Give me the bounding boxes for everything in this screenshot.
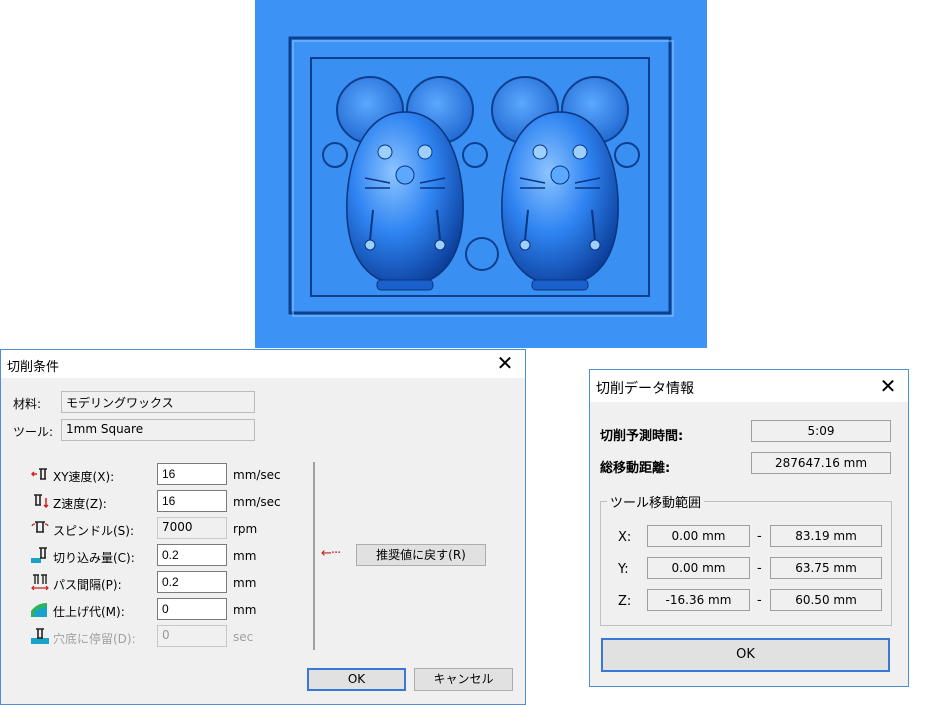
z-speed-label: Z速度(Z): — [53, 497, 107, 511]
path-interval-label: パス間隔(P): — [53, 578, 122, 592]
hole-dwell-label: 穴底に停留(D): — [53, 632, 136, 646]
x-range-dash: - — [757, 529, 762, 544]
tool-label: ツール: — [13, 425, 54, 439]
finish-allowance-input[interactable] — [157, 598, 227, 620]
xy-speed-icon — [31, 468, 47, 480]
cutting-data-info-dialog: 切削データ情報 ✕ 切削予測時間: 5:09 総移動距離: 287647.16 … — [589, 369, 909, 687]
reset-to-recommended-button[interactable]: 推奨値に戻す(R) — [356, 544, 486, 566]
material-field: モデリングワックス — [61, 391, 255, 413]
spindle-unit: rpm — [233, 522, 258, 536]
cancel-button[interactable]: キャンセル — [414, 668, 513, 691]
hole-dwell-input: 0 — [157, 625, 227, 647]
estimated-time-label: 切削予測時間: — [600, 429, 684, 444]
mold-render — [255, 0, 707, 348]
x-min-value: 0.00 mm — [647, 525, 750, 547]
tool-range-title: ツール移動範囲 — [607, 492, 705, 511]
y-max-value: 63.75 mm — [770, 557, 882, 579]
spindle-label: スピンドル(S): — [53, 524, 135, 538]
path-interval-input[interactable] — [157, 571, 227, 593]
arrow-left-icon: ←··· — [321, 546, 341, 561]
z-range-dash: - — [757, 593, 762, 608]
z-axis-label: Z: — [618, 594, 632, 609]
vertical-separator — [313, 462, 315, 650]
xy-speed-input[interactable] — [157, 463, 227, 485]
finish-allowance-icon — [31, 603, 47, 617]
material-label: 材料: — [13, 397, 42, 411]
z-speed-icon — [34, 494, 49, 509]
total-distance-value: 287647.16 mm — [751, 452, 891, 474]
z-max-value: 60.50 mm — [770, 589, 882, 611]
estimated-time-value: 5:09 — [751, 420, 891, 442]
z-min-value: -16.36 mm — [647, 589, 750, 611]
cut-depth-input[interactable] — [157, 544, 227, 566]
x-max-value: 83.19 mm — [770, 525, 882, 547]
cut-depth-unit: mm — [233, 549, 257, 563]
close-icon[interactable]: ✕ — [878, 375, 898, 397]
z-speed-input[interactable] — [157, 490, 227, 512]
z-speed-unit: mm/sec — [233, 495, 281, 509]
finish-allowance-unit: mm — [233, 603, 257, 617]
hole-dwell-unit: sec — [233, 630, 254, 644]
dialog-title: 切削条件 — [7, 360, 60, 375]
spindle-field: 7000 — [157, 517, 227, 539]
title-bar: 切削データ情報 ✕ — [590, 370, 908, 402]
cut-depth-icon — [31, 547, 47, 563]
cut-depth-label: 切り込み量(C): — [53, 551, 135, 565]
path-interval-unit: mm — [233, 576, 257, 590]
spindle-icon — [31, 521, 49, 533]
x-axis-label: X: — [618, 530, 632, 545]
toolpath-preview — [255, 0, 707, 348]
dialog-title: 切削データ情報 — [596, 381, 694, 397]
ok-button[interactable]: OK — [601, 638, 890, 672]
y-axis-label: Y: — [618, 562, 629, 577]
hole-dwell-icon — [31, 628, 49, 644]
ok-button[interactable]: OK — [307, 668, 406, 691]
close-icon[interactable]: ✕ — [495, 352, 515, 374]
y-min-value: 0.00 mm — [647, 557, 750, 579]
finish-allowance-label: 仕上げ代(M): — [53, 605, 125, 619]
cutting-conditions-dialog: 切削条件 ✕ 材料: モデリングワックス ツール: 1mm Square XY速… — [0, 349, 526, 705]
title-bar: 切削条件 ✕ — [1, 350, 525, 378]
tool-field: 1mm Square — [61, 419, 255, 441]
y-range-dash: - — [757, 561, 762, 576]
xy-speed-unit: mm/sec — [233, 468, 281, 482]
total-distance-label: 総移動距離: — [600, 461, 671, 476]
path-interval-icon — [31, 574, 49, 590]
xy-speed-label: XY速度(X): — [53, 470, 115, 484]
